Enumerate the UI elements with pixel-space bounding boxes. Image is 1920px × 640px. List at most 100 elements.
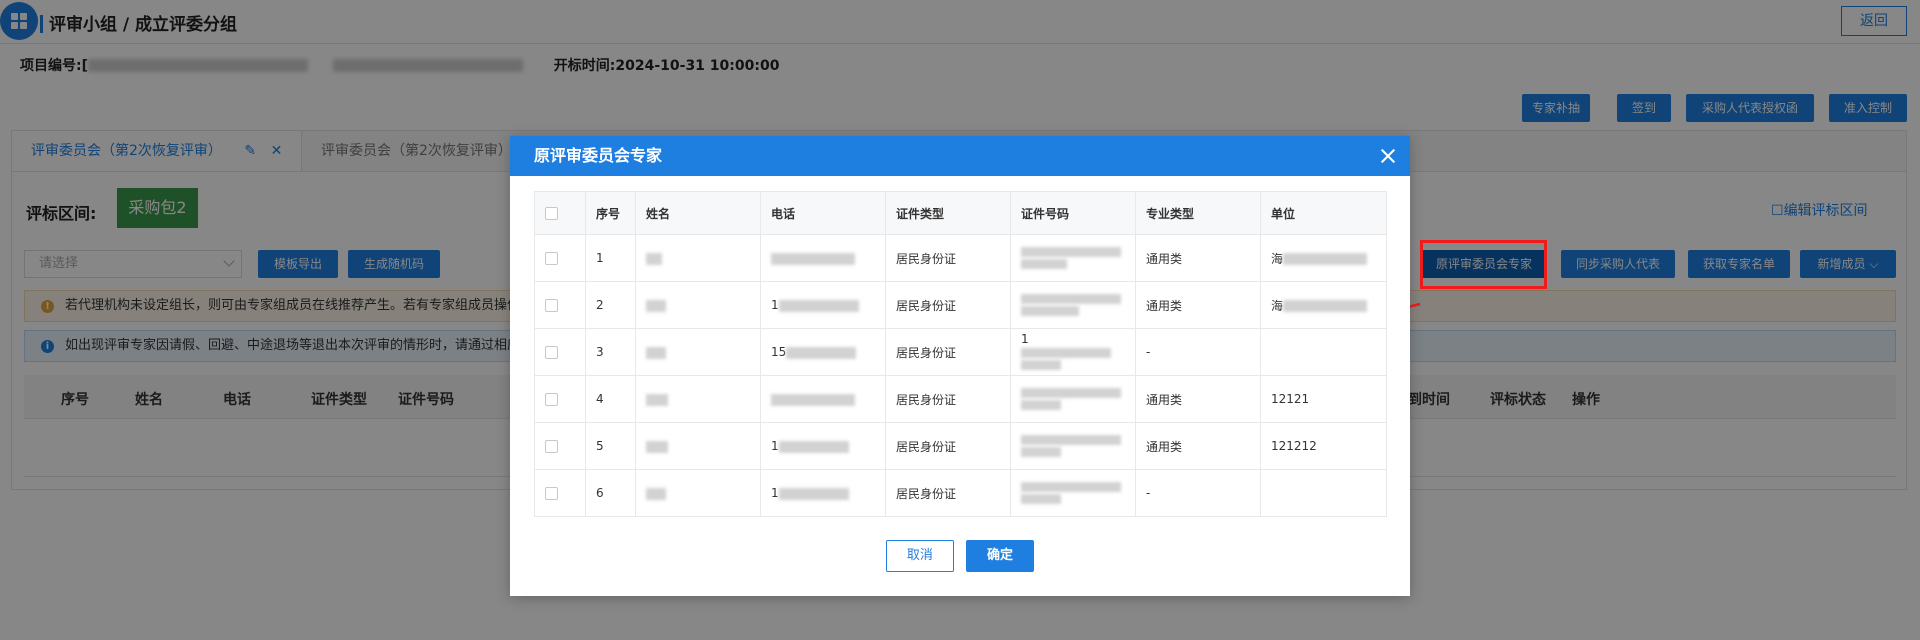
cell-name <box>635 281 761 329</box>
unit-text: 海 <box>1271 251 1284 266</box>
dialog-header: 原评审委员会专家 <box>510 136 1410 176</box>
experts-table: 序号 姓名 电话 证件类型 证件号码 专业类型 单位 1 居民身份证 通用类 海 <box>534 191 1387 517</box>
id-text: 1 <box>1021 332 1029 346</box>
row-checkbox[interactable] <box>545 440 558 453</box>
masked-value <box>1021 400 1061 410</box>
table-row[interactable]: 1 居民身份证 通用类 海 <box>534 234 1387 282</box>
cell-major: - <box>1135 328 1261 376</box>
masked-value <box>771 393 855 406</box>
masked-value <box>786 346 857 359</box>
cell-id-no <box>1010 469 1136 517</box>
dialog-title: 原评审委员会专家 <box>534 146 663 165</box>
masked-value <box>646 393 668 406</box>
phone-text: 1 <box>771 486 779 500</box>
masked-value <box>1021 435 1121 445</box>
cell-id-no <box>1010 375 1136 423</box>
select-all-checkbox[interactable] <box>545 207 558 220</box>
masked-value <box>1021 247 1121 257</box>
cell-id-no: 1 <box>1010 328 1136 376</box>
masked-value <box>1021 388 1121 398</box>
col-id-no: 证件号码 <box>1010 191 1136 235</box>
masked-value <box>646 487 666 500</box>
cell-unit <box>1260 328 1387 376</box>
dialog-footer: 取消 确定 <box>510 540 1410 572</box>
masked-value <box>646 440 668 453</box>
phone-text: 15 <box>771 345 787 359</box>
table-row[interactable]: 3 15 居民身份证 1 - <box>534 328 1387 376</box>
cell-id-type: 居民身份证 <box>885 422 1011 470</box>
cell-name <box>635 328 761 376</box>
cell-unit: 海 <box>1260 281 1387 329</box>
col-major: 专业类型 <box>1135 191 1261 235</box>
cell-name <box>635 375 761 423</box>
masked-value <box>646 299 666 312</box>
cell-phone: 15 <box>760 328 886 376</box>
cell-no: 1 <box>585 234 636 282</box>
phone-text: 1 <box>771 439 779 453</box>
masked-value <box>1021 494 1061 504</box>
close-icon[interactable] <box>1380 148 1396 164</box>
cell-id-type: 居民身份证 <box>885 469 1011 517</box>
cell-phone: 1 <box>760 422 886 470</box>
cell-no: 3 <box>585 328 636 376</box>
cell-phone: 1 <box>760 469 886 517</box>
table-row[interactable]: 5 1 居民身份证 通用类 121212 <box>534 422 1387 470</box>
row-checkbox[interactable] <box>545 252 558 265</box>
masked-value <box>778 299 859 312</box>
masked-value <box>778 440 849 453</box>
cell-phone <box>760 234 886 282</box>
original-experts-dialog: 原评审委员会专家 序号 姓名 电话 证件类型 证件号码 专业类型 单位 1 居民… <box>510 136 1410 596</box>
cell-major: 通用类 <box>1135 375 1261 423</box>
cell-name <box>635 469 761 517</box>
table-row[interactable]: 4 居民身份证 通用类 12121 <box>534 375 1387 423</box>
table-row[interactable]: 6 1 居民身份证 - <box>534 469 1387 517</box>
row-checkbox[interactable] <box>545 393 558 406</box>
masked-value <box>1021 306 1079 316</box>
cell-major: 通用类 <box>1135 281 1261 329</box>
col-phone: 电话 <box>760 191 886 235</box>
col-unit: 单位 <box>1260 191 1387 235</box>
select-all-cell[interactable] <box>534 191 586 235</box>
cell-unit: 12121 <box>1260 375 1387 423</box>
cell-unit <box>1260 469 1387 517</box>
masked-value <box>1021 482 1121 492</box>
cell-major: 通用类 <box>1135 234 1261 282</box>
masked-value <box>1021 348 1111 358</box>
row-checkbox[interactable] <box>545 299 558 312</box>
col-id-type: 证件类型 <box>885 191 1011 235</box>
masked-value <box>778 487 849 500</box>
cell-unit: 121212 <box>1260 422 1387 470</box>
phone-text: 1 <box>771 298 779 312</box>
cell-unit: 海 <box>1260 234 1387 282</box>
cell-id-type: 居民身份证 <box>885 328 1011 376</box>
masked-value <box>1021 360 1061 370</box>
masked-value <box>1283 253 1368 265</box>
cell-id-type: 居民身份证 <box>885 375 1011 423</box>
cell-id-no <box>1010 422 1136 470</box>
cell-no: 5 <box>585 422 636 470</box>
masked-value <box>646 252 662 265</box>
masked-value <box>1283 300 1368 312</box>
cancel-button[interactable]: 取消 <box>885 540 954 572</box>
table-row[interactable]: 2 1 居民身份证 通用类 海 <box>534 281 1387 329</box>
cell-major: - <box>1135 469 1261 517</box>
masked-value <box>1021 294 1121 304</box>
row-checkbox[interactable] <box>545 346 558 359</box>
masked-value <box>771 252 855 265</box>
row-checkbox[interactable] <box>545 487 558 500</box>
cell-id-no <box>1010 281 1136 329</box>
cell-no: 6 <box>585 469 636 517</box>
cell-id-no <box>1010 234 1136 282</box>
masked-value <box>646 346 666 359</box>
cell-phone <box>760 375 886 423</box>
cell-phone: 1 <box>760 281 886 329</box>
confirm-button[interactable]: 确定 <box>966 540 1035 572</box>
masked-value <box>1021 259 1067 269</box>
col-name: 姓名 <box>635 191 761 235</box>
cell-name <box>635 422 761 470</box>
cell-major: 通用类 <box>1135 422 1261 470</box>
cell-no: 2 <box>585 281 636 329</box>
cell-id-type: 居民身份证 <box>885 234 1011 282</box>
masked-value <box>1021 447 1061 457</box>
col-no: 序号 <box>585 191 636 235</box>
